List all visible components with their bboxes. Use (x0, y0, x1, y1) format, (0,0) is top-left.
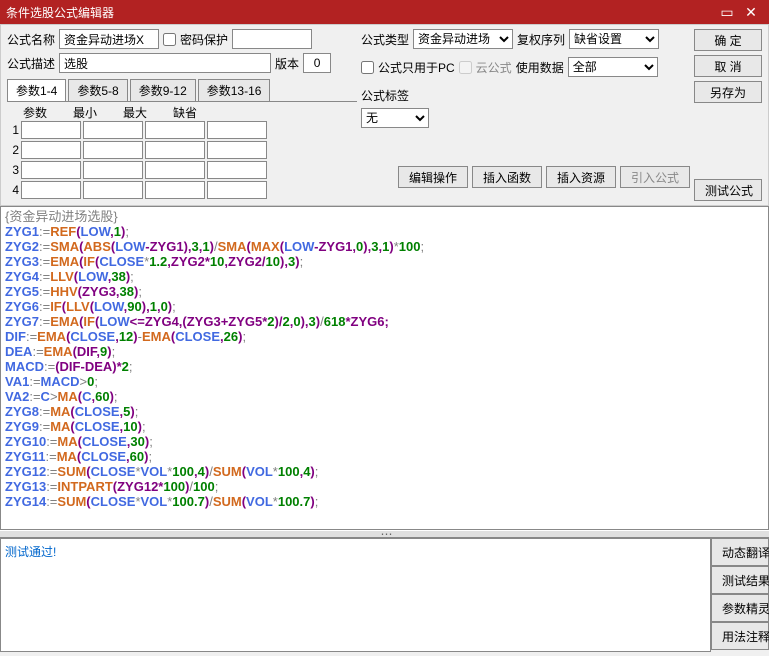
param3-name[interactable] (21, 161, 81, 179)
tag-select[interactable]: 无 (361, 108, 429, 128)
param1-name[interactable] (21, 121, 81, 139)
insfn-button[interactable]: 插入函数 (472, 166, 542, 188)
label-tag: 公式标签 (361, 87, 409, 104)
label-pwprotect: 密码保护 (180, 31, 228, 48)
minimize-icon[interactable]: ▭ (715, 4, 739, 21)
param2-min[interactable] (83, 141, 143, 159)
tab-params-9-12[interactable]: 参数9-12 (130, 79, 196, 101)
label-desc: 公式描述 (7, 55, 55, 72)
test-button[interactable]: 测试公式 (694, 179, 762, 201)
desc-input[interactable] (59, 53, 271, 73)
rightseq-select[interactable]: 缺省设置 (569, 29, 659, 49)
type-select[interactable]: 资金异动进场 (413, 29, 513, 49)
param4-def[interactable] (207, 181, 267, 199)
param3-max[interactable] (145, 161, 205, 179)
usage-button[interactable]: 用法注释 (711, 622, 769, 650)
param2-max[interactable] (145, 141, 205, 159)
param2-def[interactable] (207, 141, 267, 159)
param1-max[interactable] (145, 121, 205, 139)
label-name: 公式名称 (7, 31, 55, 48)
param4-name[interactable] (21, 181, 81, 199)
param1-min[interactable] (83, 121, 143, 139)
name-input[interactable] (59, 29, 159, 49)
titlebar: 条件选股公式编辑器 ▭ ✕ (0, 0, 769, 24)
label-usedata: 使用数据 (516, 59, 564, 76)
paramwiz-button[interactable]: 参数精灵 (711, 594, 769, 622)
pconly-checkbox[interactable] (361, 61, 374, 74)
label-rightseq: 复权序列 (517, 31, 565, 48)
param2-name[interactable] (21, 141, 81, 159)
code-editor[interactable]: {资金异动进场选股}ZYG1:=REF(LOW,1);ZYG2:=SMA(ABS… (0, 206, 769, 530)
splitter[interactable]: ⋯ (0, 530, 769, 538)
label-cloud: 云公式 (476, 59, 512, 76)
cloud-checkbox (459, 61, 472, 74)
tab-params-13-16[interactable]: 参数13-16 (198, 79, 271, 101)
label-pconly: 公式只用于PC (378, 59, 455, 76)
param1-def[interactable] (207, 121, 267, 139)
cancel-button[interactable]: 取 消 (694, 55, 762, 77)
tab-params-1-4[interactable]: 参数1-4 (7, 79, 66, 101)
saveas-button[interactable]: 另存为 (694, 81, 762, 103)
tab-params-5-8[interactable]: 参数5-8 (68, 79, 127, 101)
param3-min[interactable] (83, 161, 143, 179)
param4-max[interactable] (145, 181, 205, 199)
insres-button[interactable]: 插入资源 (546, 166, 616, 188)
label-type: 公式类型 (361, 31, 409, 48)
param-header: 参数 最小 最大 缺省 (23, 104, 357, 121)
testres-button[interactable]: 测试结果 (711, 566, 769, 594)
imp-button: 引入公式 (620, 166, 690, 188)
ok-button[interactable]: 确 定 (694, 29, 762, 51)
param-grid: 1 2 3 4 (7, 121, 357, 201)
param4-min[interactable] (83, 181, 143, 199)
window-title: 条件选股公式编辑器 (6, 4, 715, 21)
password-input[interactable] (232, 29, 312, 49)
top-panel: 公式名称 密码保护 公式描述 版本 参数1-4 参数5-8 参数9-12 参数1… (0, 24, 769, 206)
usedata-select[interactable]: 全部 (568, 57, 658, 77)
param3-def[interactable] (207, 161, 267, 179)
close-icon[interactable]: ✕ (739, 4, 763, 21)
pwprotect-checkbox[interactable] (163, 33, 176, 46)
dyntr-button[interactable]: 动态翻译 (711, 538, 769, 566)
version-input[interactable] (303, 53, 331, 73)
message-area: 测试通过! (0, 538, 711, 652)
editop-button[interactable]: 编辑操作 (398, 166, 468, 188)
param-tabs: 参数1-4 参数5-8 参数9-12 参数13-16 (7, 79, 357, 102)
label-version: 版本 (275, 55, 299, 72)
